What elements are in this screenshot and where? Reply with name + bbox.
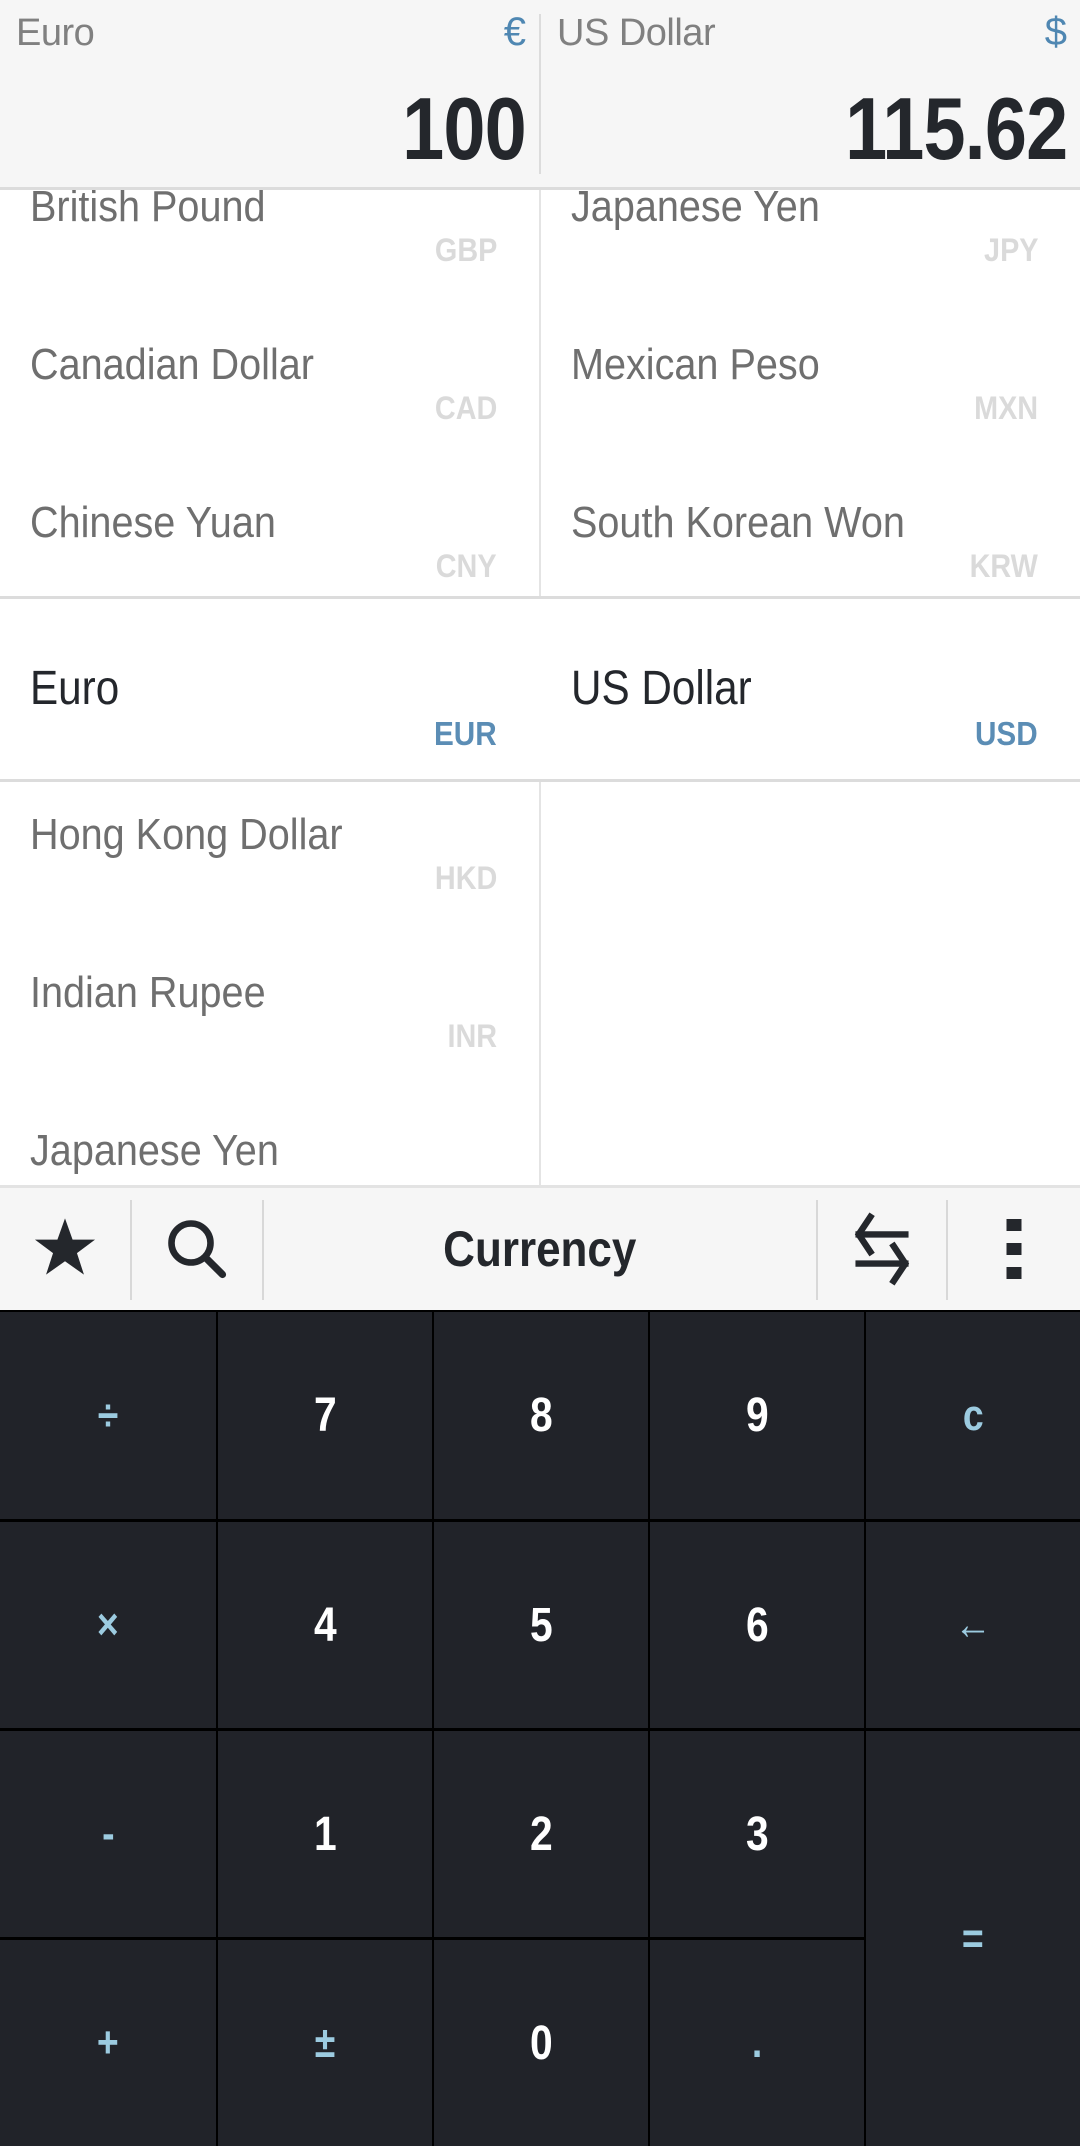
currency-name: Hong Kong Dollar [30, 810, 343, 859]
conversion-header: Euro € 100 US Dollar $ 115.62 [0, 0, 1080, 190]
list-item[interactable]: British Pound GBP [0, 190, 540, 340]
from-currency-panel[interactable]: Euro € 100 [0, 0, 540, 187]
key-subtract[interactable]: - [0, 1731, 216, 1937]
search-icon [168, 1220, 227, 1279]
list-item[interactable]: Canadian Dollar CAD [0, 340, 540, 498]
more-vert-icon [1006, 1219, 1022, 1279]
from-amount[interactable]: 100 [402, 78, 527, 180]
key-9[interactable]: 9 [650, 1312, 864, 1519]
list-item[interactable]: Hong Kong Dollar HKD [0, 810, 540, 968]
key-divide[interactable]: ÷ [0, 1312, 216, 1519]
key-add[interactable]: + [0, 1940, 216, 2146]
list-item[interactable]: Chinese Yuan CNY [0, 498, 540, 596]
list-item[interactable]: Japanese Yen [0, 1126, 540, 1185]
key-decimal[interactable]: . [650, 1940, 864, 2146]
search-button[interactable] [132, 1188, 262, 1310]
list-item[interactable]: Indian Rupee INR [0, 968, 540, 1126]
key-1[interactable]: 1 [218, 1731, 432, 1937]
from-currency-name: Euro [16, 12, 95, 54]
euro-symbol-icon: € [503, 10, 526, 54]
selected-currency-name: Euro [30, 662, 120, 715]
key-7[interactable]: 7 [218, 1312, 432, 1519]
currency-name: Canadian Dollar [30, 340, 314, 389]
to-currency-panel[interactable]: US Dollar $ 115.62 [541, 0, 1080, 187]
currency-list-bottom[interactable]: Hong Kong Dollar HKD Indian Rupee INR Ja… [0, 782, 1080, 1185]
key-equals[interactable]: = [866, 1731, 1080, 2146]
key-plus-minus[interactable]: ± [218, 1940, 432, 2146]
key-5[interactable]: 5 [434, 1522, 648, 1728]
key-8[interactable]: 8 [434, 1312, 648, 1519]
bottom-toolbar: Currency [0, 1185, 1080, 1310]
list-item[interactable]: Mexican Peso MXN [541, 340, 1080, 498]
to-amount[interactable]: 115.62 [845, 78, 1068, 180]
currency-code: INR [447, 1018, 497, 1054]
currency-name: Japanese Yen [571, 190, 820, 231]
key-2[interactable]: 2 [434, 1731, 648, 1937]
selected-from-currency[interactable]: Euro EUR [0, 599, 540, 779]
star-icon [34, 1218, 96, 1275]
currency-code: GBP [434, 232, 497, 268]
currency-code: KRW [969, 548, 1038, 584]
currency-name: Japanese Yen [30, 1126, 279, 1175]
favorites-button[interactable] [0, 1188, 130, 1310]
dollar-symbol-icon: $ [1044, 10, 1067, 54]
currency-code: CNY [436, 548, 497, 584]
toolbar-title: Currency [443, 1221, 637, 1277]
currency-list-top[interactable]: British Pound GBP Canadian Dollar CAD Ch… [0, 190, 1080, 596]
to-currency-list[interactable]: Japanese Yen JPY Mexican Peso MXN South … [541, 190, 1080, 596]
currency-name: Chinese Yuan [30, 498, 276, 547]
selected-to-currency[interactable]: US Dollar USD [541, 599, 1080, 779]
key-6[interactable]: 6 [650, 1522, 864, 1728]
list-item[interactable]: South Korean Won KRW [541, 498, 1080, 596]
from-currency-list-below[interactable]: Hong Kong Dollar HKD Indian Rupee INR Ja… [0, 782, 540, 1185]
list-item[interactable]: Japanese Yen JPY [541, 190, 1080, 340]
key-clear[interactable]: c [866, 1312, 1080, 1519]
to-currency-list-below-empty [541, 782, 1080, 1185]
calculator-keypad: ÷ 7 8 9 c × 4 5 6 ← - 1 2 3 = + ± 0 . [0, 1310, 1080, 2146]
from-currency-list[interactable]: British Pound GBP Canadian Dollar CAD Ch… [0, 190, 540, 596]
key-0[interactable]: 0 [434, 1940, 648, 2146]
key-backspace[interactable]: ← [866, 1522, 1080, 1728]
swap-icon [854, 1212, 910, 1286]
currency-code: HKD [434, 860, 497, 896]
key-3[interactable]: 3 [650, 1731, 864, 1937]
currency-name: British Pound [30, 190, 266, 231]
key-4[interactable]: 4 [218, 1522, 432, 1728]
currency-code: MXN [974, 390, 1038, 426]
currency-name: South Korean Won [571, 498, 905, 547]
currency-name: Mexican Peso [571, 340, 820, 389]
currency-code: JPY [983, 232, 1038, 268]
selected-currency-code: USD [975, 715, 1038, 752]
to-currency-name: US Dollar [557, 12, 716, 54]
selected-currency-code: EUR [434, 715, 497, 752]
currency-name: Indian Rupee [30, 968, 266, 1017]
selected-currency-name: US Dollar [571, 662, 752, 715]
key-multiply[interactable]: × [0, 1522, 216, 1728]
selected-currency-row: Euro EUR US Dollar USD [0, 596, 1080, 782]
currency-code: CAD [434, 390, 497, 426]
swap-currencies-button[interactable] [818, 1188, 946, 1310]
more-options-button[interactable] [948, 1188, 1080, 1310]
